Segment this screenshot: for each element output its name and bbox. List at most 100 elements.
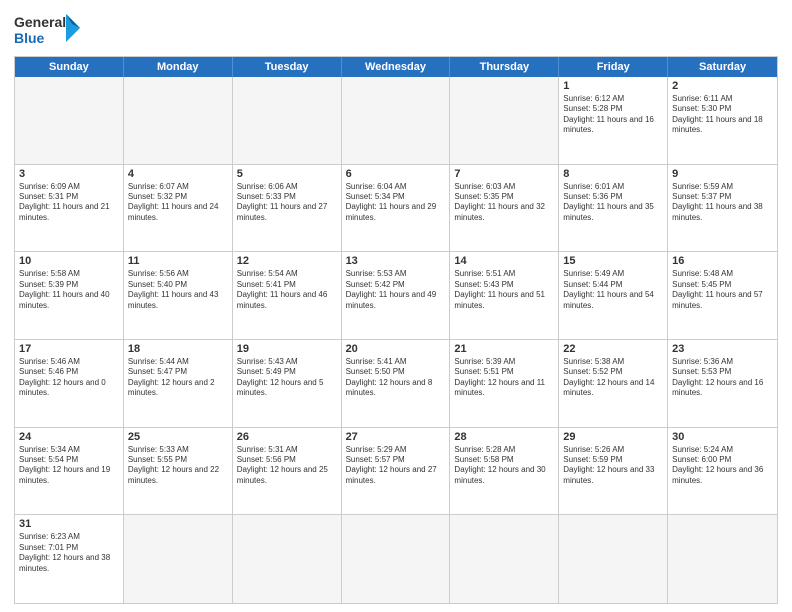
calendar-row-3: 17 Sunrise: 5:46 AM Sunset: 5:46 PM Dayli… [15, 340, 777, 428]
calendar-cell: 18 Sunrise: 5:44 AM Sunset: 5:47 PM Dayli… [124, 340, 233, 427]
day-number: 3 [19, 168, 119, 180]
day-info: Sunrise: 5:46 AM Sunset: 5:46 PM Dayligh… [19, 357, 119, 399]
day-number: 10 [19, 255, 119, 267]
day-number: 7 [454, 168, 554, 180]
weekday-header-sunday: Sunday [15, 57, 124, 77]
calendar-header: SundayMondayTuesdayWednesdayThursdayFrid… [15, 57, 777, 77]
day-info: Sunrise: 5:44 AM Sunset: 5:47 PM Dayligh… [128, 357, 228, 399]
day-number: 5 [237, 168, 337, 180]
weekday-header-thursday: Thursday [450, 57, 559, 77]
day-number: 1 [563, 80, 663, 92]
calendar-cell: 2Sunrise: 6:11 AM Sunset: 5:30 PM Daylig… [668, 77, 777, 164]
day-number: 14 [454, 255, 554, 267]
calendar-cell: 27 Sunrise: 5:29 AM Sunset: 5:57 PM Dayli… [342, 428, 451, 515]
calendar-cell: 21Sunrise: 5:39 AM Sunset: 5:51 PM Dayli… [450, 340, 559, 427]
calendar-cell: 9 Sunrise: 5:59 AM Sunset: 5:37 PM Daylig… [668, 165, 777, 252]
day-info: Sunrise: 5:34 AM Sunset: 5:54 PM Dayligh… [19, 445, 119, 487]
day-info: Sunrise: 5:58 AM Sunset: 5:39 PM Dayligh… [19, 269, 119, 311]
day-number: 19 [237, 343, 337, 355]
calendar-cell: 19Sunrise: 5:43 AM Sunset: 5:49 PM Dayli… [233, 340, 342, 427]
day-number: 25 [128, 431, 228, 443]
weekday-header-tuesday: Tuesday [233, 57, 342, 77]
day-number: 13 [346, 255, 446, 267]
day-number: 18 [128, 343, 228, 355]
calendar-cell [559, 515, 668, 603]
day-info: Sunrise: 5:24 AM Sunset: 6:00 PM Dayligh… [672, 445, 773, 487]
calendar-cell: 14 Sunrise: 5:51 AM Sunset: 5:43 PM Dayli… [450, 252, 559, 339]
day-number: 30 [672, 431, 773, 443]
day-info: Sunrise: 6:09 AM Sunset: 5:31 PM Dayligh… [19, 182, 119, 224]
day-info: Sunrise: 5:41 AM Sunset: 5:50 PM Dayligh… [346, 357, 446, 399]
calendar-cell: 7 Sunrise: 6:03 AM Sunset: 5:35 PM Daylig… [450, 165, 559, 252]
day-number: 15 [563, 255, 663, 267]
calendar-cell [124, 77, 233, 164]
logo: GeneralBlue [14, 10, 84, 50]
day-info: Sunrise: 6:12 AM Sunset: 5:28 PM Dayligh… [563, 94, 663, 136]
day-info: Sunrise: 5:59 AM Sunset: 5:37 PM Dayligh… [672, 182, 773, 224]
day-info: Sunrise: 6:03 AM Sunset: 5:35 PM Dayligh… [454, 182, 554, 224]
calendar-cell [450, 515, 559, 603]
calendar-cell: 17 Sunrise: 5:46 AM Sunset: 5:46 PM Dayli… [15, 340, 124, 427]
calendar-cell: 15 Sunrise: 5:49 AM Sunset: 5:44 PM Dayli… [559, 252, 668, 339]
day-info: Sunrise: 5:28 AM Sunset: 5:58 PM Dayligh… [454, 445, 554, 487]
day-number: 22 [563, 343, 663, 355]
calendar-cell: 13 Sunrise: 5:53 AM Sunset: 5:42 PM Dayli… [342, 252, 451, 339]
calendar-cell [233, 515, 342, 603]
day-info: Sunrise: 6:01 AM Sunset: 5:36 PM Dayligh… [563, 182, 663, 224]
svg-text:Blue: Blue [14, 30, 45, 46]
day-number: 20 [346, 343, 446, 355]
calendar-cell [450, 77, 559, 164]
calendar-cell [342, 515, 451, 603]
day-info: Sunrise: 5:56 AM Sunset: 5:40 PM Dayligh… [128, 269, 228, 311]
day-info: Sunrise: 6:04 AM Sunset: 5:34 PM Dayligh… [346, 182, 446, 224]
calendar-cell [668, 515, 777, 603]
calendar-cell: 24 Sunrise: 5:34 AM Sunset: 5:54 PM Dayli… [15, 428, 124, 515]
svg-text:General: General [14, 14, 66, 30]
calendar-cell: 1 Sunrise: 6:12 AM Sunset: 5:28 PM Daylig… [559, 77, 668, 164]
weekday-header-saturday: Saturday [668, 57, 777, 77]
day-info: Sunrise: 5:36 AM Sunset: 5:53 PM Dayligh… [672, 357, 773, 399]
day-info: Sunrise: 6:23 AM Sunset: 7:01 PM Dayligh… [19, 532, 119, 574]
day-info: Sunrise: 5:33 AM Sunset: 5:55 PM Dayligh… [128, 445, 228, 487]
calendar-cell: 28 Sunrise: 5:28 AM Sunset: 5:58 PM Dayli… [450, 428, 559, 515]
calendar-cell: 16Sunrise: 5:48 AM Sunset: 5:45 PM Dayli… [668, 252, 777, 339]
day-number: 16 [672, 255, 773, 267]
day-number: 9 [672, 168, 773, 180]
day-number: 29 [563, 431, 663, 443]
day-info: Sunrise: 5:31 AM Sunset: 5:56 PM Dayligh… [237, 445, 337, 487]
day-number: 27 [346, 431, 446, 443]
header: GeneralBlue [14, 10, 778, 50]
day-number: 26 [237, 431, 337, 443]
calendar-cell: 6 Sunrise: 6:04 AM Sunset: 5:34 PM Daylig… [342, 165, 451, 252]
weekday-header-wednesday: Wednesday [342, 57, 451, 77]
day-number: 17 [19, 343, 119, 355]
day-info: Sunrise: 5:26 AM Sunset: 5:59 PM Dayligh… [563, 445, 663, 487]
calendar-cell: 8Sunrise: 6:01 AM Sunset: 5:36 PM Daylig… [559, 165, 668, 252]
calendar-cell: 10 Sunrise: 5:58 AM Sunset: 5:39 PM Dayli… [15, 252, 124, 339]
day-info: Sunrise: 6:11 AM Sunset: 5:30 PM Dayligh… [672, 94, 773, 136]
calendar-row-4: 24 Sunrise: 5:34 AM Sunset: 5:54 PM Dayli… [15, 428, 777, 516]
weekday-header-monday: Monday [124, 57, 233, 77]
calendar-cell [342, 77, 451, 164]
calendar-cell: 25 Sunrise: 5:33 AM Sunset: 5:55 PM Dayli… [124, 428, 233, 515]
day-info: Sunrise: 6:06 AM Sunset: 5:33 PM Dayligh… [237, 182, 337, 224]
day-number: 24 [19, 431, 119, 443]
day-number: 21 [454, 343, 554, 355]
calendar-cell: 4Sunrise: 6:07 AM Sunset: 5:32 PM Daylig… [124, 165, 233, 252]
day-number: 6 [346, 168, 446, 180]
calendar-cell [15, 77, 124, 164]
logo-svg: GeneralBlue [14, 10, 84, 50]
calendar-cell: 5 Sunrise: 6:06 AM Sunset: 5:33 PM Daylig… [233, 165, 342, 252]
day-info: Sunrise: 5:29 AM Sunset: 5:57 PM Dayligh… [346, 445, 446, 487]
calendar-cell: 22Sunrise: 5:38 AM Sunset: 5:52 PM Dayli… [559, 340, 668, 427]
day-info: Sunrise: 5:53 AM Sunset: 5:42 PM Dayligh… [346, 269, 446, 311]
day-info: Sunrise: 5:51 AM Sunset: 5:43 PM Dayligh… [454, 269, 554, 311]
calendar-row-0: 1 Sunrise: 6:12 AM Sunset: 5:28 PM Daylig… [15, 77, 777, 165]
calendar-cell: 31Sunrise: 6:23 AM Sunset: 7:01 PM Dayli… [15, 515, 124, 603]
day-number: 12 [237, 255, 337, 267]
calendar: SundayMondayTuesdayWednesdayThursdayFrid… [14, 56, 778, 604]
day-number: 28 [454, 431, 554, 443]
day-number: 11 [128, 255, 228, 267]
day-info: Sunrise: 5:49 AM Sunset: 5:44 PM Dayligh… [563, 269, 663, 311]
calendar-cell [124, 515, 233, 603]
